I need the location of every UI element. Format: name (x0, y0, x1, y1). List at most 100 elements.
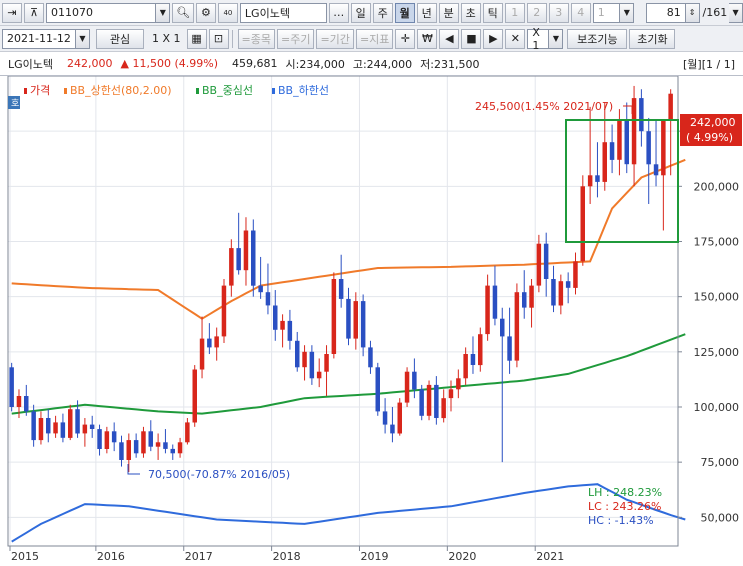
x-tick-label: 2018 (273, 550, 301, 563)
candle-body (565, 281, 571, 288)
close-name-button[interactable]: … (328, 2, 349, 23)
tab-period-year[interactable]: 년 (416, 2, 437, 23)
candle-body (412, 371, 417, 390)
close-icon[interactable]: ✕ (505, 28, 526, 49)
candle-body (38, 418, 44, 441)
candle-body (441, 398, 446, 419)
stop-icon[interactable]: ■ (461, 28, 482, 49)
candle-body (141, 431, 146, 454)
candle-body (434, 384, 439, 418)
candle-body (382, 411, 388, 425)
chevron-down-icon[interactable]: ▼ (156, 2, 171, 23)
range-button[interactable]: =기간 (316, 28, 354, 49)
x-tick-label: 2016 (97, 550, 125, 563)
candle-body (368, 347, 373, 368)
candle-body (236, 248, 241, 271)
candle-body (587, 175, 593, 187)
menu-link-icon[interactable]: ⇥ (2, 2, 22, 23)
candle-body (214, 336, 219, 348)
tab-period-month[interactable]: 월 (394, 2, 415, 23)
current-price: 242,000 (67, 57, 113, 70)
tab-period-day[interactable]: 일 (350, 2, 371, 23)
pin-icon[interactable]: ⊼ (24, 2, 44, 23)
interest-button[interactable]: 관심 (96, 28, 144, 49)
candle-body (104, 431, 110, 449)
candle-body (309, 351, 315, 379)
candle-body (580, 186, 585, 262)
current-price-tag-value: 242,000 (690, 116, 736, 129)
candle-body (119, 442, 124, 460)
view-count-input[interactable]: 81 (646, 2, 686, 23)
candle-body (397, 402, 402, 434)
candle-body (89, 424, 95, 429)
item-button[interactable]: =종목 (237, 28, 275, 49)
y-tick-label: 125,000 (694, 346, 740, 359)
candle-body (229, 248, 234, 286)
price-info-bar: LG이노텍 242,000 ▲ 11,500 (4.99%) 459,681 시… (0, 52, 743, 76)
preset-4-button[interactable]: 4 (570, 2, 591, 23)
preset-select[interactable]: 1 (592, 2, 621, 23)
candle-body (478, 334, 483, 366)
candle-body (155, 442, 161, 447)
chart-area[interactable]: 50,000 75,000 100,000 125,000 150,000 175,000… (0, 75, 743, 566)
price-chart[interactable]: 50,000 75,000 100,000 125,000 150,000 175,000… (0, 75, 743, 563)
candle-body (302, 351, 307, 368)
tab-period-minute[interactable]: 분 (438, 2, 459, 23)
grid-layout-label: 1 X 1 (152, 32, 181, 45)
crosshair-icon[interactable]: ✛ (395, 28, 416, 49)
date-input[interactable]: 2021-11-12 (2, 28, 76, 49)
y-tick-label: 100,000 (694, 401, 740, 414)
candle-body (192, 369, 197, 423)
candle-body (295, 340, 300, 368)
x-tick-label: 2017 (185, 550, 213, 563)
candle-body (529, 285, 534, 308)
zoom-select[interactable]: X 1 (527, 26, 550, 52)
candle-body (133, 440, 139, 454)
aux-function-button[interactable]: 보조기능 (567, 28, 628, 49)
candle-body (448, 389, 454, 399)
legend-upper-band: BB_상한선(80,2.00) (70, 84, 172, 97)
reset-button[interactable]: 초기화 (629, 28, 676, 49)
candle-body (68, 409, 73, 438)
candle-body (500, 318, 505, 337)
chevron-down-icon[interactable]: ▼ (620, 2, 635, 23)
price-change: ▲ 11,500 (4.99%) (120, 57, 218, 70)
stepper-icon[interactable]: ⇕ (685, 2, 700, 23)
chevron-down-icon[interactable]: ▼ (549, 28, 564, 49)
chevron-down-icon[interactable]: ▼ (76, 28, 90, 49)
total-count: /161 (702, 6, 728, 19)
current-price-tag-pct: ( 4.99%) (686, 131, 733, 144)
scroll-left-icon[interactable]: ◀ (439, 28, 460, 49)
candle-body (199, 338, 205, 370)
search-icon[interactable]: 🔍︎ (172, 2, 194, 23)
legend-swatch-mid (196, 88, 199, 94)
indicator-button[interactable]: =지표 (355, 28, 394, 49)
tool-icon[interactable]: ⚙ (195, 2, 216, 23)
candle-body (426, 384, 432, 416)
candle-body (316, 371, 322, 379)
candle-body (558, 281, 564, 306)
preset-3-button[interactable]: 3 (548, 2, 569, 23)
tab-period-second[interactable]: 초 (460, 2, 481, 23)
candle-body (16, 396, 22, 407)
tab-period-week[interactable]: 주 (372, 2, 393, 23)
candle-body (265, 292, 271, 306)
preset-2-button[interactable]: 2 (526, 2, 547, 23)
preset-1-button[interactable]: 1 (504, 2, 525, 23)
chevron-down-icon[interactable]: ▼ (729, 2, 743, 23)
high-price: 고:244,000 (352, 57, 413, 71)
candle-body (53, 422, 58, 434)
candle-body (346, 298, 351, 339)
grid-icon[interactable]: ▦ (186, 28, 207, 49)
split-icon[interactable]: ⊡ (208, 28, 229, 49)
candle-body (507, 336, 512, 361)
candle-body (24, 396, 29, 412)
candle-body (485, 285, 490, 335)
period-button[interactable]: =주기 (277, 28, 315, 49)
scroll-right-icon[interactable]: ▶ (483, 28, 504, 49)
stock-code-input[interactable]: 011070 (46, 2, 157, 23)
candle-body (543, 243, 549, 279)
currency-icon[interactable]: ₩ (417, 28, 438, 49)
candle-body (46, 418, 51, 434)
tab-period-tick[interactable]: 틱 (482, 2, 503, 23)
